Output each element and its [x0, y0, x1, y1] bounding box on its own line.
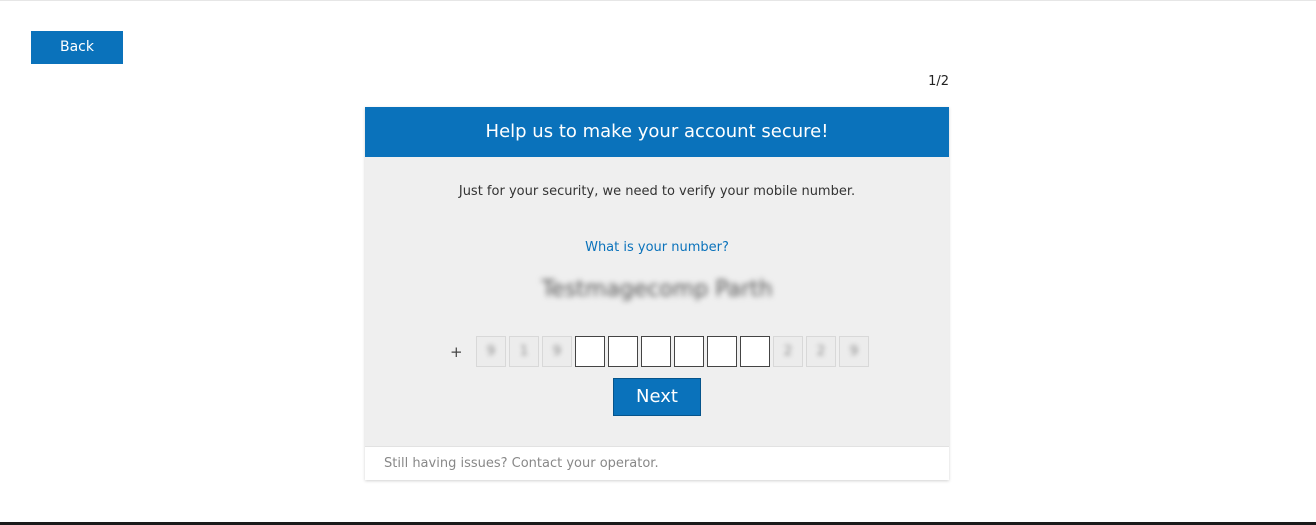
plus-sign: + [450, 342, 463, 361]
back-button[interactable]: Back [31, 31, 123, 64]
phone-digit-suffix: 2 [806, 336, 836, 367]
card-title: Help us to make your account secure! [365, 107, 949, 157]
phone-digit-input[interactable] [608, 336, 638, 367]
phone-digit-prefix: 9 [542, 336, 572, 367]
phone-digit-prefix: 1 [509, 336, 539, 367]
page: Back 1/2 Help us to make your account se… [0, 0, 1316, 525]
number-question: What is your number? [585, 240, 729, 255]
phone-digit-input[interactable] [575, 336, 605, 367]
verification-card: Help us to make your account secure! Jus… [365, 107, 949, 480]
phone-digit-input[interactable] [707, 336, 737, 367]
next-button[interactable]: Next [613, 378, 701, 416]
support-footer: Still having issues? Contact your operat… [365, 446, 949, 480]
phone-digit-input[interactable] [674, 336, 704, 367]
intro-text: Just for your security, we need to verif… [458, 184, 856, 199]
step-indicator: 1/2 [928, 74, 949, 89]
phone-number-row: + 9 1 9 2 2 9 [450, 335, 872, 368]
phone-digit-input[interactable] [641, 336, 671, 367]
account-name: Testmagecomp Parth [541, 277, 773, 302]
phone-digit-prefix: 9 [476, 336, 506, 367]
phone-digit-suffix: 2 [773, 336, 803, 367]
phone-digit-input[interactable] [740, 336, 770, 367]
phone-digit-suffix: 9 [839, 336, 869, 367]
